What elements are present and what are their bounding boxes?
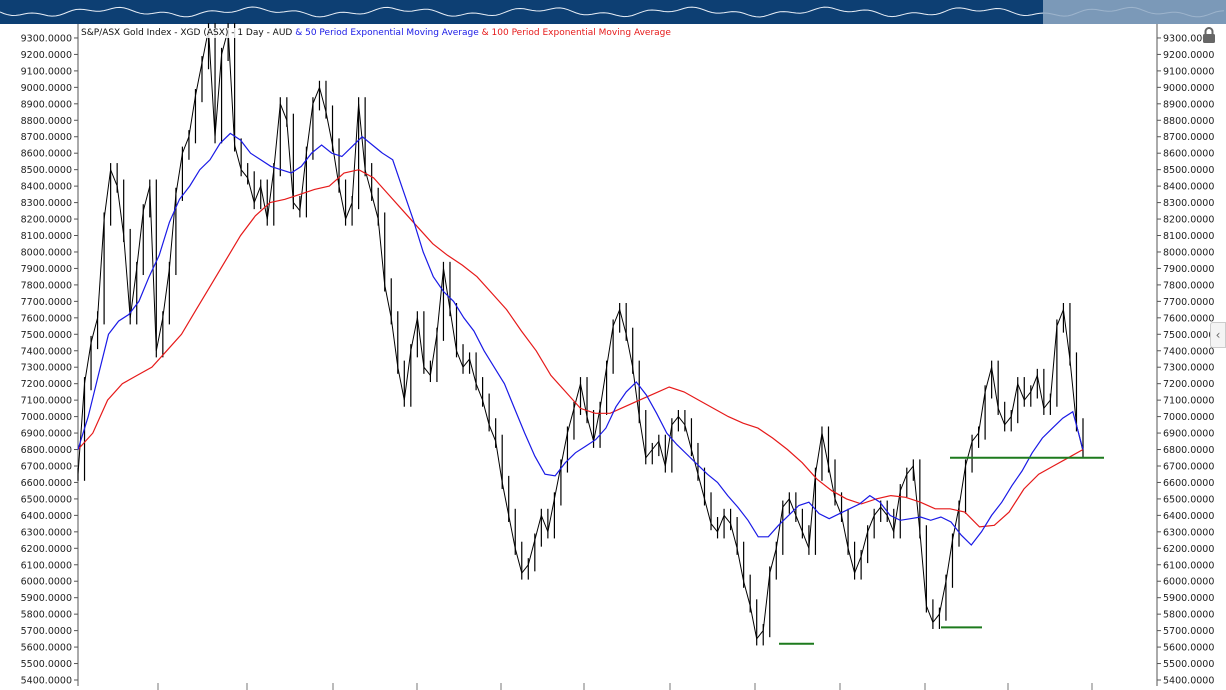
y-tick-label-right: 8500.0000 bbox=[1163, 165, 1214, 176]
y-tick-label-left: 8000.0000 bbox=[21, 247, 72, 258]
legend-base: S&P/ASX Gold Index - XGD (ASX) - 1 Day -… bbox=[81, 28, 293, 38]
y-tick-label-right: 8200.0000 bbox=[1163, 215, 1214, 226]
y-tick-label-left: 7300.0000 bbox=[21, 363, 72, 374]
legend-ema50: & 50 Period Exponential Moving Average bbox=[295, 28, 479, 38]
y-tick-label-right: 5800.0000 bbox=[1163, 610, 1214, 621]
y-tick-label-left: 7500.0000 bbox=[21, 330, 72, 341]
y-tick-label-left: 8200.0000 bbox=[21, 215, 72, 226]
y-tick-label-left: 5800.0000 bbox=[21, 610, 72, 621]
price-series bbox=[77, 23, 1084, 646]
y-tick-label-left: 8600.0000 bbox=[21, 149, 72, 160]
y-tick-label-left: 7700.0000 bbox=[21, 297, 72, 308]
y-tick-label-left: 6400.0000 bbox=[21, 511, 72, 522]
y-tick-label-left: 5600.0000 bbox=[21, 643, 72, 654]
y-tick-label-right: 6200.0000 bbox=[1163, 544, 1214, 555]
y-tick-label-right: 8300.0000 bbox=[1163, 198, 1214, 209]
y-tick-label-right: 7000.0000 bbox=[1163, 412, 1214, 423]
y-tick-label-left: 9000.0000 bbox=[21, 83, 72, 94]
y-tick-label-left: 7900.0000 bbox=[21, 264, 72, 275]
y-tick-label-left: 8700.0000 bbox=[21, 132, 72, 143]
y-tick-label-right: 7800.0000 bbox=[1163, 280, 1214, 291]
y-tick-label-right: 7900.0000 bbox=[1163, 264, 1214, 275]
y-tick-label-right: 8900.0000 bbox=[1163, 99, 1214, 110]
y-tick-label-left: 7800.0000 bbox=[21, 280, 72, 291]
y-tick-label-left: 5500.0000 bbox=[21, 659, 72, 670]
y-tick-label-left: 8900.0000 bbox=[21, 99, 72, 110]
y-tick-label-left: 7600.0000 bbox=[21, 313, 72, 324]
y-tick-label-right: 5400.0000 bbox=[1163, 676, 1214, 687]
y-tick-label-left: 6700.0000 bbox=[21, 461, 72, 472]
y-tick-label-right: 8000.0000 bbox=[1163, 247, 1214, 258]
y-tick-label-left: 5400.0000 bbox=[21, 676, 72, 687]
y-tick-label-left: 7000.0000 bbox=[21, 412, 72, 423]
y-tick-label-right: 8700.0000 bbox=[1163, 132, 1214, 143]
lock-icon[interactable] bbox=[1200, 26, 1218, 44]
chart-legend: S&P/ASX Gold Index - XGD (ASX) - 1 Day -… bbox=[81, 28, 671, 38]
y-tick-label-right: 6400.0000 bbox=[1163, 511, 1214, 522]
y-tick-label-left: 6000.0000 bbox=[21, 577, 72, 588]
y-tick-label-right: 6300.0000 bbox=[1163, 527, 1214, 538]
y-tick-label-left: 9100.0000 bbox=[21, 66, 72, 77]
y-tick-label-right: 9200.0000 bbox=[1163, 50, 1214, 61]
y-tick-label-right: 6100.0000 bbox=[1163, 560, 1214, 571]
y-tick-label-left: 8400.0000 bbox=[21, 182, 72, 193]
y-tick-label-right: 6500.0000 bbox=[1163, 494, 1214, 505]
y-tick-label-right: 7100.0000 bbox=[1163, 396, 1214, 407]
y-tick-label-right: 7600.0000 bbox=[1163, 313, 1214, 324]
y-tick-label-left: 9200.0000 bbox=[21, 50, 72, 61]
y-tick-label-right: 5900.0000 bbox=[1163, 593, 1214, 604]
y-tick-label-left: 6200.0000 bbox=[21, 544, 72, 555]
chevron-left-icon[interactable]: ‹ bbox=[1210, 322, 1226, 348]
y-tick-label-right: 9000.0000 bbox=[1163, 83, 1214, 94]
y-tick-label-left: 6900.0000 bbox=[21, 429, 72, 440]
y-tick-label-right: 5600.0000 bbox=[1163, 643, 1214, 654]
y-tick-label-right: 9100.0000 bbox=[1163, 66, 1214, 77]
ema100-line bbox=[77, 169, 1084, 528]
y-tick-label-left: 7100.0000 bbox=[21, 396, 72, 407]
y-tick-label-right: 8400.0000 bbox=[1163, 182, 1214, 193]
y-tick-label-right: 6600.0000 bbox=[1163, 478, 1214, 489]
y-tick-label-left: 6500.0000 bbox=[21, 494, 72, 505]
y-tick-label-left: 9300.0000 bbox=[21, 33, 72, 44]
ema50-line bbox=[77, 132, 1084, 546]
x-axis-ticks bbox=[157, 683, 1093, 690]
y-tick-label-left: 8500.0000 bbox=[21, 165, 72, 176]
y-tick-label-right: 6000.0000 bbox=[1163, 577, 1214, 588]
y-tick-label-left: 6100.0000 bbox=[21, 560, 72, 571]
legend-ema100: & 100 Period Exponential Moving Average bbox=[481, 28, 671, 38]
y-tick-label-left: 7200.0000 bbox=[21, 379, 72, 390]
y-tick-label-right: 7400.0000 bbox=[1163, 346, 1214, 357]
y-tick-label-left: 8300.0000 bbox=[21, 198, 72, 209]
y-tick-label-right: 7300.0000 bbox=[1163, 363, 1214, 374]
y-tick-label-right: 5700.0000 bbox=[1163, 626, 1214, 637]
price-line bbox=[77, 29, 1084, 640]
y-tick-label-right: 7500.0000 bbox=[1163, 330, 1214, 341]
y-tick-label-right: 6900.0000 bbox=[1163, 429, 1214, 440]
y-tick-label-right: 8100.0000 bbox=[1163, 231, 1214, 242]
y-tick-label-right: 6800.0000 bbox=[1163, 445, 1214, 456]
y-tick-label-left: 6800.0000 bbox=[21, 445, 72, 456]
y-tick-label-left: 7400.0000 bbox=[21, 346, 72, 357]
y-tick-label-left: 5700.0000 bbox=[21, 626, 72, 637]
y-tick-label-left: 5900.0000 bbox=[21, 593, 72, 604]
y-tick-label-right: 6700.0000 bbox=[1163, 461, 1214, 472]
y-tick-label-right: 5500.0000 bbox=[1163, 659, 1214, 670]
y-tick-label-right: 8800.0000 bbox=[1163, 116, 1214, 127]
y-axis-right: 9300.00009200.00009100.00009000.00008900… bbox=[1156, 24, 1214, 687]
y-axis-left: 9300.0000 9200.0000 9100.0000 9000.0000 8900… bbox=[21, 24, 79, 687]
y-tick-label-left: 8800.0000 bbox=[21, 116, 72, 127]
y-tick-label-left: 6600.0000 bbox=[21, 478, 72, 489]
y-tick-label-left: 6300.0000 bbox=[21, 527, 72, 538]
y-tick-label-left: 8100.0000 bbox=[21, 231, 72, 242]
y-tick-label-right: 7700.0000 bbox=[1163, 297, 1214, 308]
y-tick-label-right: 8600.0000 bbox=[1163, 149, 1214, 160]
y-tick-label-right: 7200.0000 bbox=[1163, 379, 1214, 390]
price-chart[interactable]: 9300.0000 9200.0000 9100.0000 9000.0000 8900… bbox=[0, 0, 1226, 690]
